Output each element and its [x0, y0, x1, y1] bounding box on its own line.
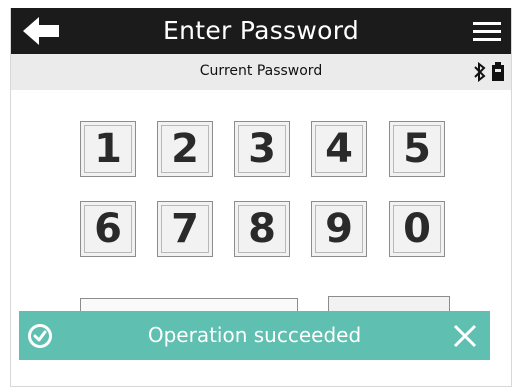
key-4[interactable]: 4	[311, 121, 367, 177]
check-circle-icon	[28, 324, 52, 348]
battery-icon	[492, 62, 504, 81]
key-2[interactable]: 2	[157, 121, 213, 177]
key-1[interactable]: 1	[80, 121, 136, 177]
back-button[interactable]	[19, 14, 63, 48]
key-6[interactable]: 6	[80, 201, 136, 257]
close-icon[interactable]	[452, 323, 478, 349]
back-arrow-icon	[23, 17, 59, 45]
subheader-label: Current Password	[199, 63, 323, 79]
title-bar: Enter Password	[11, 8, 511, 54]
status-icons	[473, 62, 509, 82]
key-9[interactable]: 9	[311, 201, 367, 257]
page-title: Enter Password	[162, 16, 360, 45]
toast-message: Operation succeeded	[147, 323, 362, 347]
key-7[interactable]: 7	[157, 201, 213, 257]
menu-button[interactable]	[467, 16, 507, 48]
subheader-bar: Current Password	[11, 54, 511, 90]
success-toast: Operation succeeded	[19, 311, 490, 360]
key-0[interactable]: 0	[389, 201, 445, 257]
key-5[interactable]: 5	[389, 121, 445, 177]
number-keypad: 1 2 3 4 5 6 7 8 9 0	[80, 121, 446, 257]
bluetooth-icon	[474, 62, 486, 82]
key-3[interactable]: 3	[234, 121, 290, 177]
key-8[interactable]: 8	[234, 201, 290, 257]
hamburger-menu-icon	[473, 22, 501, 41]
